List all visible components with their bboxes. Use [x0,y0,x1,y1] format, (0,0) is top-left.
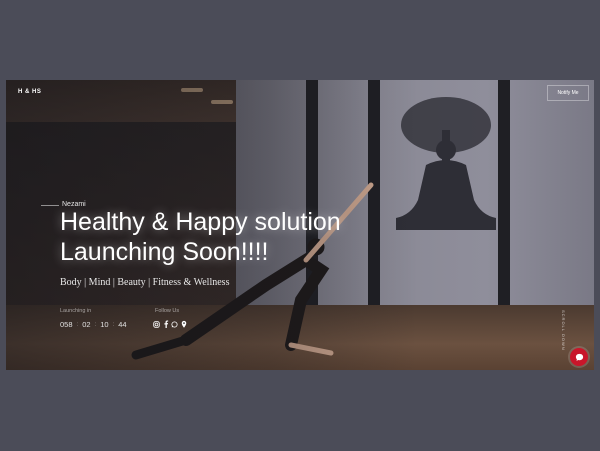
brand-divider [41,205,59,206]
chat-bubble-icon [575,353,583,361]
headline-line-2: Launching Soon!!!! [60,238,269,266]
site-logo[interactable]: H & HS [18,89,41,95]
location-pin-icon[interactable] [180,320,187,328]
countdown-separator: : [76,321,79,328]
tagline: Body | Mind | Beauty | Fitness & Wellnes… [60,277,230,288]
countdown-timer: 058 : 02 : 10 : 44 [60,320,127,329]
countdown-seconds: 44 [118,320,127,329]
whatsapp-icon[interactable] [171,320,178,328]
hero-section: H & HS Notify Me Nezami Healthy & Happy … [6,80,594,370]
instagram-icon[interactable] [153,320,160,328]
countdown-days: 058 [60,320,73,329]
chat-button[interactable] [570,348,588,366]
countdown-hours: 02 [82,320,91,329]
headline-line-1: Healthy & Happy solution [60,208,341,236]
countdown-minutes: 10 [100,320,109,329]
social-links [153,320,187,328]
countdown-separator: : [94,321,97,328]
countdown-label: Launching in [60,308,92,314]
page-title: Healthy & Happy solution Launching Soon!… [60,207,341,267]
scroll-indicator[interactable]: SCROLL DOWN [561,310,566,351]
follow-label: Follow Us [155,308,180,314]
countdown-separator: : [112,321,115,328]
facebook-icon[interactable] [162,320,169,328]
notify-me-button[interactable]: Notify Me [547,85,589,101]
